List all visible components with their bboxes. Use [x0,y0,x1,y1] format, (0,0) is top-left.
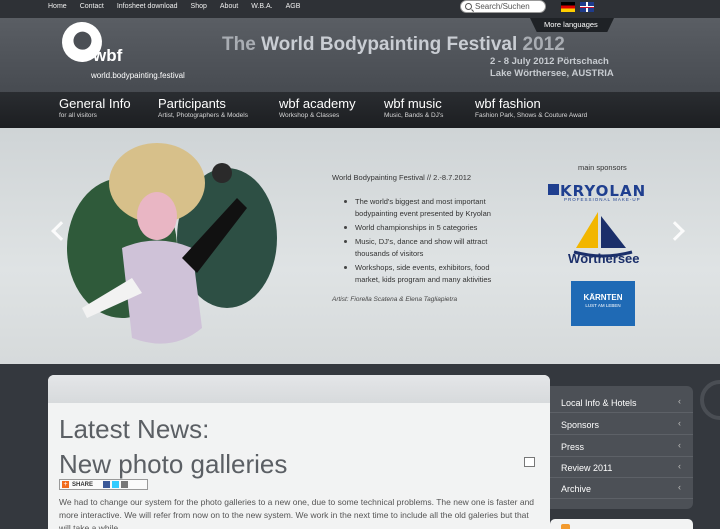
nav-wbf-music[interactable]: wbf music Music, Bands & DJ's [384,96,443,119]
nav-participants[interactable]: Participants Artist, Photographers & Mode… [158,96,248,119]
topnav-shop[interactable]: Shop [191,3,207,10]
top-nav: Home Contact Infosheet download Shop Abo… [48,3,313,10]
topnav-infosheet[interactable]: Infosheet download [117,3,178,10]
logo-name[interactable]: wbf [93,46,122,66]
slide-bullet: Workshops, side events, exhibitors, food… [343,262,503,286]
news-body: We had to change our system for the phot… [59,497,535,529]
topnav-wba[interactable]: W.B.A. [251,3,272,10]
chevron-left-icon: ‹ [678,440,681,450]
slide-bullet: The world's biggest and most important b… [343,196,503,220]
sidenav-archive[interactable]: Archive ‹ [550,478,693,499]
print-icon[interactable] [524,457,535,467]
more-languages-button[interactable]: More languages [530,18,614,32]
uk-flag-icon[interactable] [580,2,594,12]
facebook-icon [103,481,111,488]
news-title[interactable]: New photo galleries [59,449,287,480]
topnav-about[interactable]: About [220,3,238,10]
topnav-contact[interactable]: Contact [80,3,104,10]
sidenav-sponsors[interactable]: Sponsors ‹ [550,414,693,435]
woerthersee-label: Wörthersee [568,251,640,266]
artist-credit: Artist: Fiorella Scatena & Elena Tagliap… [332,296,458,303]
slide-bullets: The world's biggest and most important b… [343,196,503,288]
news-panel: Latest News: New photo galleries + SHARE… [48,375,550,529]
topnav-agb[interactable]: AGB [286,3,301,10]
festival-dates: 2 - 8 July 2012 Pörtschach [490,56,609,67]
slide-title: World Bodypainting Festival // 2.-8.7.20… [332,173,472,182]
search-icon [465,3,472,10]
news-heading: Latest News: [59,414,210,444]
kryolan-mark-icon [548,184,559,195]
nav-general-info[interactable]: General Info for all visitors [59,96,131,119]
festival-place: Lake Wörthersee, AUSTRIA [490,68,614,79]
share-button[interactable]: + SHARE [59,479,148,490]
chevron-left-icon: ‹ [678,461,681,471]
kaernten-logo[interactable]: KÄRNTEN LUST AM LEBEN [571,281,635,326]
rss-box [550,519,693,529]
sidenav-review[interactable]: Review 2011 ‹ [550,457,693,478]
main-nav: General Info for all visitors Participant… [0,92,720,128]
festival-title: The World Bodypainting Festival 2012 [222,34,565,55]
bodypainting-model-image [67,143,277,344]
german-flag-icon[interactable] [561,2,575,12]
nav-wbf-academy[interactable]: wbf academy Workshop & Classes [279,96,356,119]
chevron-left-icon: ‹ [678,418,681,428]
news-top-strip [48,375,550,403]
topnav-home[interactable]: Home [48,3,67,10]
search-placeholder: Search/Suchen [475,2,530,11]
sidenav-local-info[interactable]: Local Info & Hotels ‹ [550,392,693,413]
sidenav-press[interactable]: Press ‹ [550,436,693,457]
slide-bullet: Music, DJ's, dance and show will attract… [343,236,503,260]
side-nav: Local Info & Hotels ‹ Sponsors ‹ Press ‹ Re… [550,386,693,509]
kryolan-logo[interactable]: KRYOLAN PROFESSIONAL MAKE-UP [548,182,658,204]
sponsors-heading: main sponsors [578,163,627,172]
logo-url: world.bodypainting.festival [91,71,185,80]
more-share-icon [121,481,129,488]
chevron-left-icon: ‹ [678,482,681,492]
twitter-icon [112,481,120,488]
nav-wbf-fashion[interactable]: wbf fashion Fashion Park, Shows & Couture… [475,96,587,119]
rss-icon[interactable] [561,524,570,529]
search-input[interactable]: Search/Suchen [460,0,546,13]
chevron-left-icon: ‹ [678,396,681,406]
slide-bullet: World championships in 5 categories [343,222,503,234]
share-plus-icon: + [62,481,69,488]
